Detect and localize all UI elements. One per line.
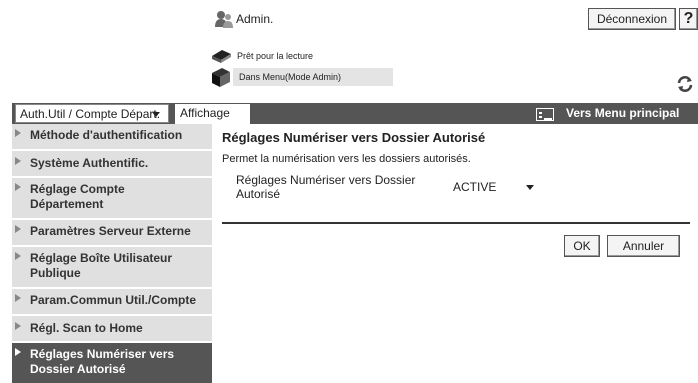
admin-user-icon [215, 11, 233, 28]
sidebar-item-label-line2: Dossier Autorisé [30, 362, 126, 376]
arrow-right-icon [15, 294, 21, 302]
main-menu-link[interactable]: Vers Menu principal [566, 106, 679, 120]
sidebar-item-label: Réglage Compte [30, 182, 125, 196]
admin-label: Admin. [236, 12, 274, 26]
scanner-ready-icon [212, 50, 231, 63]
sidebar-item-label: Paramètres Serveur Externe [30, 224, 191, 238]
sidebar-item-label-line2: Publique [30, 266, 81, 280]
arrow-right-icon [15, 157, 21, 165]
page-description: Permet la numérisation vers les dossiers… [222, 153, 471, 165]
sidebar-item-label: Param.Commun Util./Compte [30, 293, 197, 307]
refresh-icon[interactable] [676, 75, 694, 93]
admin-mode-icon [212, 68, 230, 87]
sidebar-item-auth-system[interactable]: Système Authentific. [12, 151, 212, 176]
auth-category-value: Auth.Util / Compte Départ. [20, 107, 161, 121]
arrow-right-icon [15, 348, 21, 356]
mode-status-text: Dans Menu(Mode Admin) [239, 72, 342, 82]
sidebar-item-scan-to-authorized-folder[interactable]: Réglages Numériser vers Dossier Autorisé [12, 343, 212, 383]
setting-value: ACTIVE [453, 180, 497, 194]
arrow-right-icon [15, 252, 21, 260]
sidebar-item-auth-method[interactable]: Méthode d'authentification [12, 124, 212, 149]
sidebar-item-label-line2: Département [30, 197, 104, 211]
sidebar-item-label: Régl. Scan to Home [30, 321, 143, 335]
page-title: Réglages Numériser vers Dossier Autorisé [222, 130, 486, 145]
main-menu-icon[interactable] [536, 108, 554, 121]
sidebar-item-scan-to-home[interactable]: Régl. Scan to Home [12, 316, 212, 341]
chevron-down-icon [152, 112, 160, 117]
cancel-button[interactable]: Annuler [607, 235, 680, 257]
setting-value-select[interactable]: ACTIVE [446, 177, 542, 197]
logout-button[interactable]: Déconnexion [588, 8, 676, 30]
help-button[interactable]: ? [679, 8, 698, 30]
chevron-down-icon [526, 185, 534, 190]
sidebar-item-label: Méthode d'authentification [30, 128, 183, 142]
sidebar-item-external-server[interactable]: Paramètres Serveur Externe [12, 220, 212, 245]
arrow-right-icon [15, 322, 21, 330]
sidebar-item-account-settings[interactable]: Réglage Compte Département [12, 178, 212, 218]
sidebar-item-label: Réglages Numériser vers [30, 347, 175, 361]
mode-status-box: Dans Menu(Mode Admin) [233, 68, 393, 86]
setting-field-label: Réglages Numériser vers Dossier Autorisé [236, 173, 416, 201]
sidebar-item-label: Réglage Boîte Utilisateur [30, 251, 173, 265]
ready-status-text: Prêt pour la lecture [237, 51, 314, 61]
arrow-right-icon [15, 225, 21, 233]
divider [222, 222, 690, 224]
arrow-right-icon [15, 129, 21, 137]
setting-field-label-line1: Réglages Numériser vers Dossier [236, 173, 416, 187]
setting-field-label-line2: Autorisé [236, 187, 281, 201]
arrow-right-icon [15, 183, 21, 191]
tab-affichage[interactable]: Affichage [175, 104, 250, 124]
sidebar-item-public-box[interactable]: Réglage Boîte Utilisateur Publique [12, 247, 212, 287]
auth-category-select[interactable]: Auth.Util / Compte Départ. [15, 104, 169, 123]
sidebar-item-label: Système Authentific. [30, 156, 149, 170]
ok-button[interactable]: OK [564, 235, 600, 257]
sidebar-item-common-params[interactable]: Param.Commun Util./Compte [12, 289, 212, 314]
